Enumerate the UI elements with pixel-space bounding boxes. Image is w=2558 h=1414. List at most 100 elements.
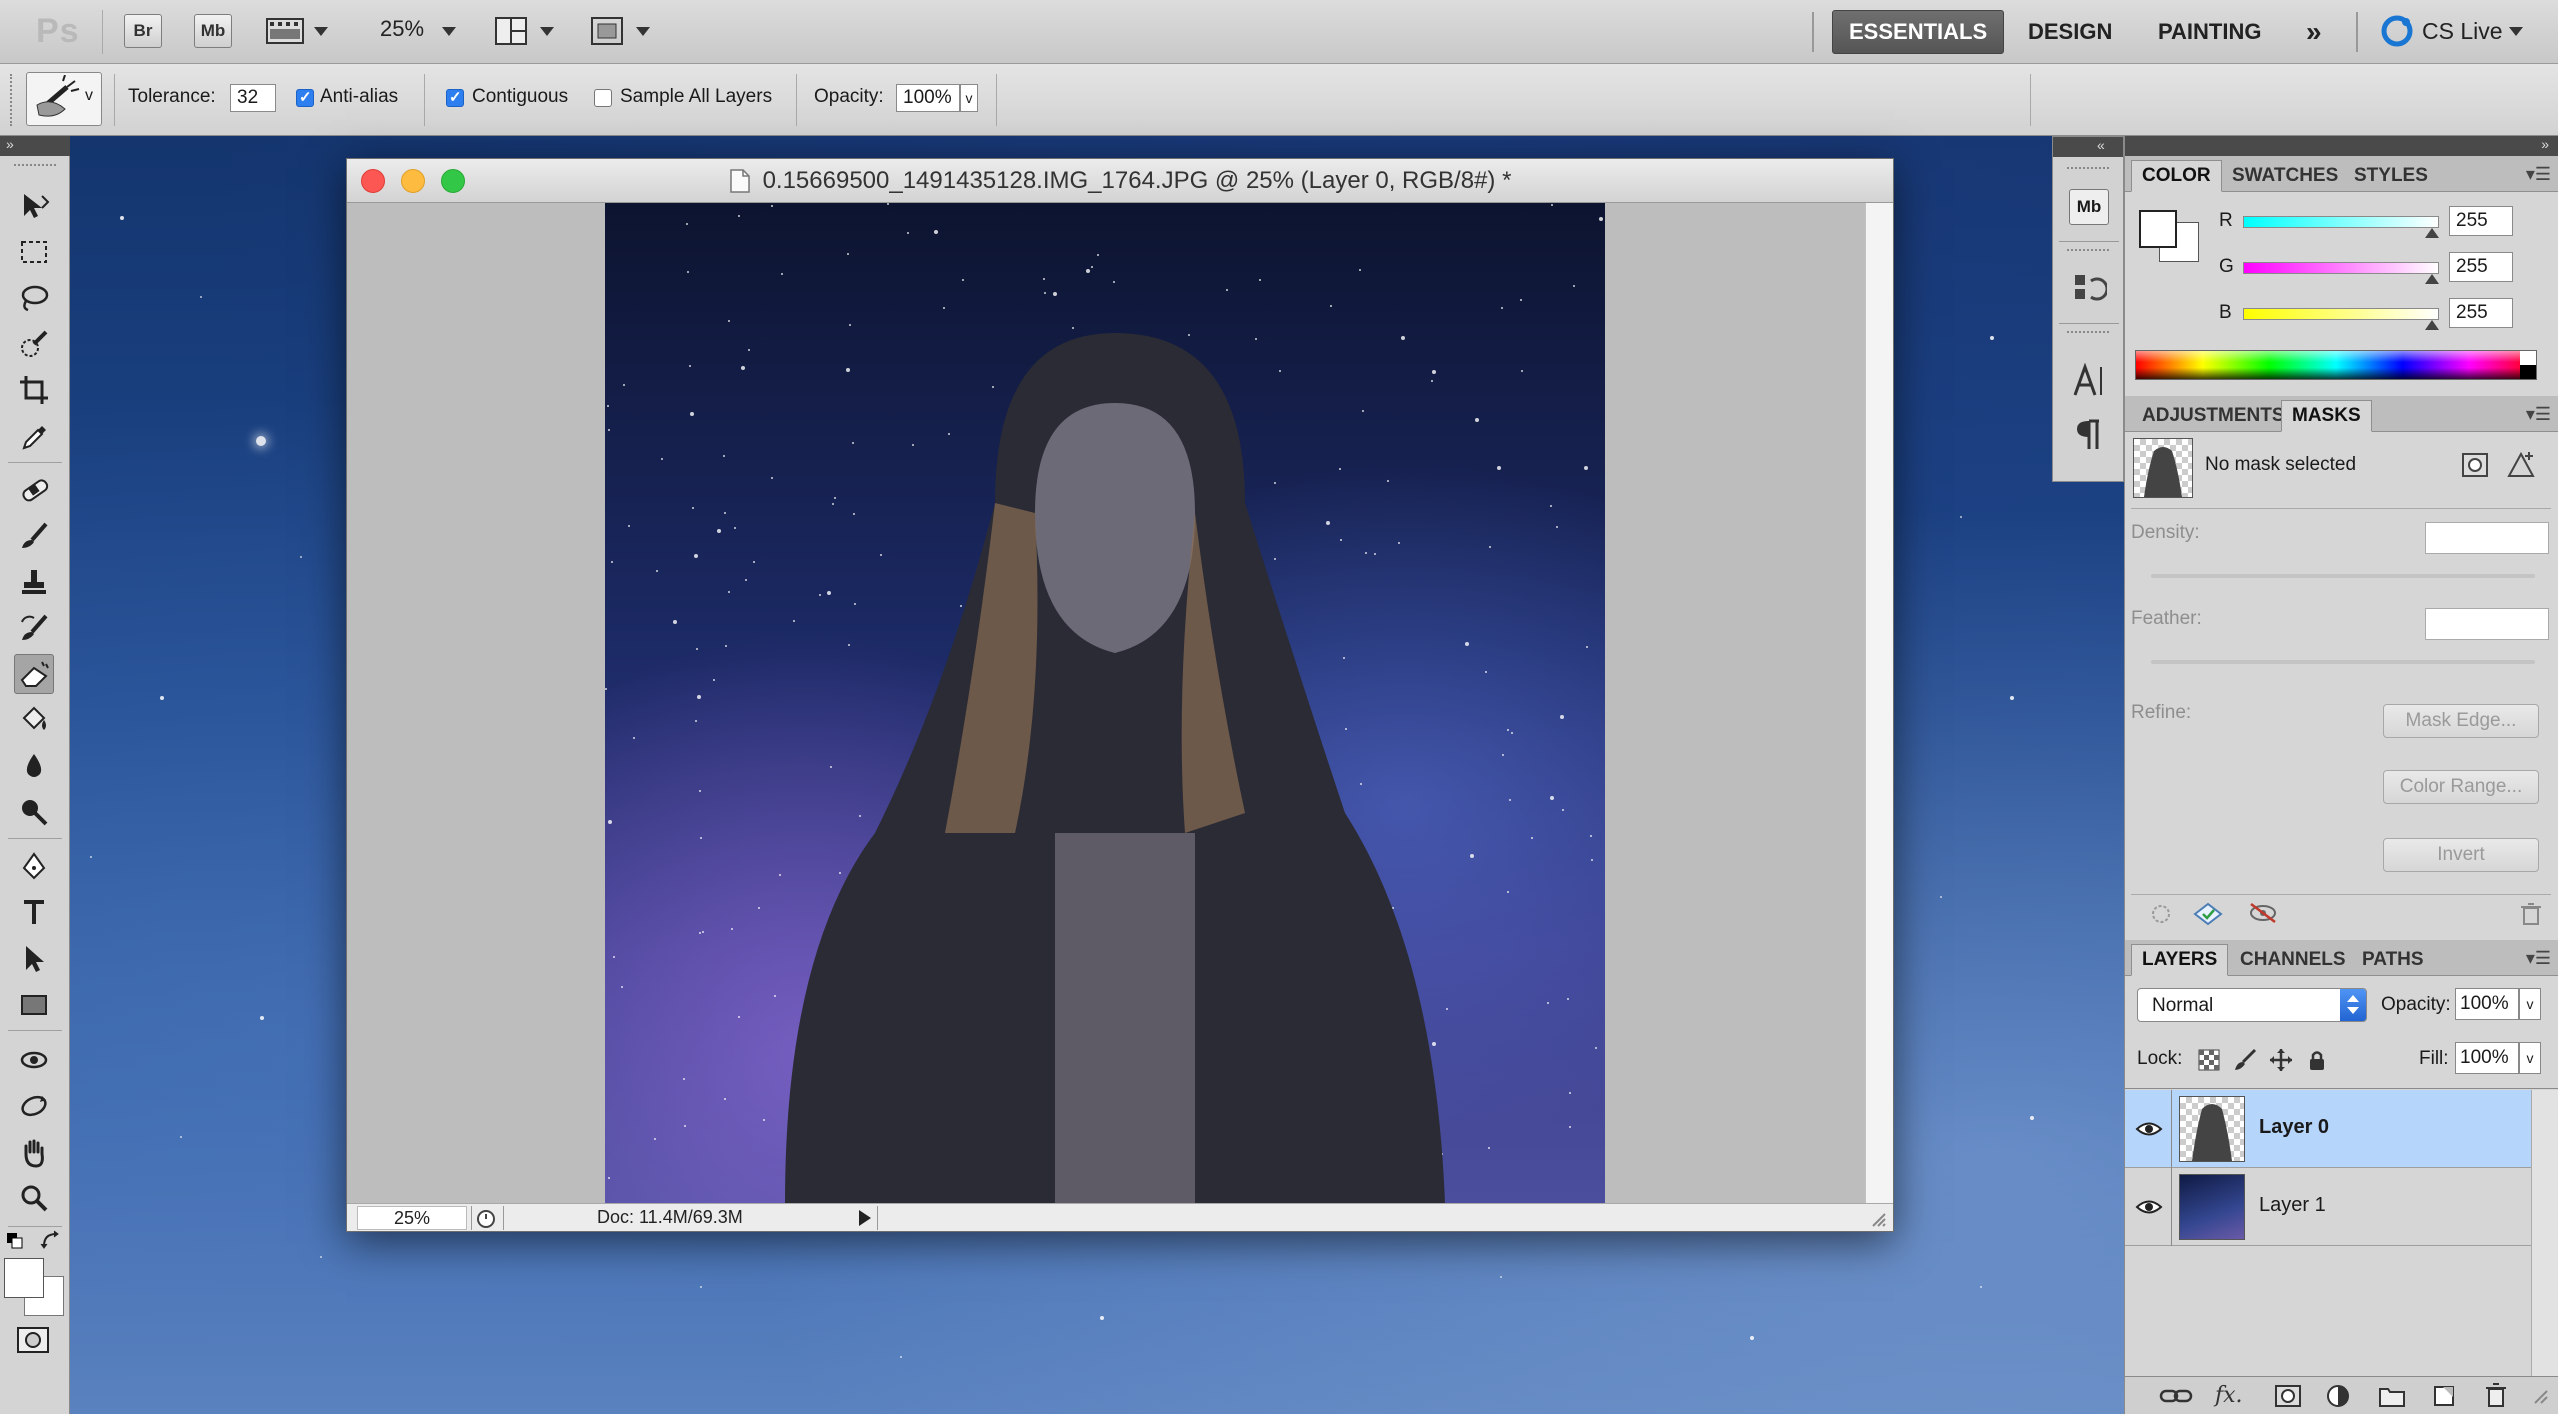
mask-edge-button[interactable]: Mask Edge...	[2383, 704, 2539, 738]
maximize-window-button[interactable]	[441, 169, 465, 193]
layer-row-layer-1[interactable]: Layer 1	[2125, 1168, 2531, 1246]
panel-grip[interactable]	[2067, 331, 2109, 335]
delete-mask-button[interactable]	[2517, 900, 2545, 928]
launch-bridge-button[interactable]: Br	[124, 14, 162, 48]
sample-all-layers-checkbox[interactable]	[594, 89, 612, 107]
lock-position-button[interactable]	[2269, 1048, 2293, 1072]
foreground-color-swatch[interactable]	[2139, 210, 2177, 248]
contiguous-checkbox[interactable]	[446, 88, 464, 107]
feather-input[interactable]	[2425, 608, 2549, 640]
opacity-input[interactable]: 100%	[896, 84, 960, 112]
mini-bridge-panel-button[interactable]: Mb	[2069, 189, 2109, 225]
tab-styles[interactable]: STYLES	[2343, 160, 2439, 192]
3d-orbit-tool[interactable]	[14, 1086, 54, 1126]
tab-layers[interactable]: LAYERS	[2131, 944, 2229, 976]
chevron-down-icon[interactable]: v	[2519, 988, 2541, 1020]
add-layer-mask-button[interactable]	[2273, 1383, 2303, 1409]
add-pixel-mask-button[interactable]	[2459, 450, 2491, 480]
green-value-input[interactable]: 255	[2449, 252, 2513, 282]
paragraph-panel-button[interactable]	[2071, 417, 2107, 453]
green-slider[interactable]	[2243, 262, 2439, 274]
layer-name[interactable]: Layer 0	[2259, 1116, 2329, 1139]
toggle-mask-visibility-button[interactable]	[2247, 900, 2279, 926]
color-spectrum-ramp[interactable]	[2135, 350, 2537, 380]
foreground-color-swatch[interactable]	[4, 1258, 44, 1298]
feather-slider[interactable]	[2151, 660, 2535, 664]
add-vector-mask-button[interactable]	[2505, 450, 2537, 480]
type-tool[interactable]	[14, 892, 54, 932]
layer-name[interactable]: Layer 1	[2259, 1194, 2326, 1217]
layer-style-fx-button[interactable]: fx.	[2215, 1383, 2251, 1409]
panel-menu-icon[interactable]: ▾☰	[2526, 948, 2551, 969]
layer-fill-input[interactable]: 100%	[2455, 1042, 2519, 1074]
spectrum-white-chip[interactable]	[2520, 351, 2536, 365]
density-input[interactable]	[2425, 522, 2549, 554]
zoom-level-dropdown[interactable]: 25%	[380, 16, 424, 42]
crop-tool[interactable]	[14, 370, 54, 410]
eye-icon[interactable]	[2135, 1116, 2163, 1142]
slider-thumb[interactable]	[2425, 274, 2439, 284]
panel-resize-grip[interactable]	[2527, 1383, 2549, 1409]
dock-collapse-bar[interactable]: »	[2125, 136, 2558, 156]
eyedropper-tool[interactable]	[14, 416, 54, 456]
image-canvas[interactable]	[605, 203, 1605, 1203]
eye-icon[interactable]	[2135, 1194, 2163, 1220]
hand-tool[interactable]	[14, 1132, 54, 1172]
layer-row-layer-0[interactable]: Layer 0	[2125, 1090, 2531, 1168]
chevron-down-icon[interactable]: v	[960, 84, 978, 112]
pen-tool[interactable]	[14, 846, 54, 886]
chevron-down-icon[interactable]	[314, 27, 328, 36]
clone-stamp-tool[interactable]	[14, 562, 54, 602]
dodge-tool[interactable]	[14, 792, 54, 832]
lock-all-button[interactable]	[2305, 1048, 2329, 1072]
tab-color[interactable]: COLOR	[2131, 160, 2222, 192]
color-range-button[interactable]: Color Range...	[2383, 770, 2539, 804]
new-group-button[interactable]	[2377, 1383, 2407, 1409]
lasso-tool[interactable]	[14, 278, 54, 318]
extras-menu-button[interactable]	[266, 16, 306, 46]
new-layer-button[interactable]	[2429, 1383, 2459, 1409]
shape-tool[interactable]	[14, 984, 54, 1024]
density-slider[interactable]	[2151, 574, 2535, 578]
healing-brush-tool[interactable]	[14, 470, 54, 510]
character-panel-button[interactable]	[2071, 363, 2107, 399]
history-brush-tool[interactable]	[14, 608, 54, 648]
paint-bucket-tool[interactable]	[14, 700, 54, 740]
history-panel-button[interactable]	[2071, 271, 2107, 307]
document-title-bar[interactable]: 0.15669500_1491435128.IMG_1764.JPG @ 25%…	[347, 159, 1893, 203]
path-selection-tool[interactable]	[14, 938, 54, 978]
delete-layer-button[interactable]	[2481, 1381, 2511, 1409]
panel-menu-icon[interactable]: ▾☰	[2526, 404, 2551, 425]
marquee-tool[interactable]	[14, 232, 54, 272]
more-workspaces-button[interactable]: »	[2290, 10, 2338, 54]
swap-colors-button[interactable]	[40, 1230, 62, 1250]
layer-opacity-input[interactable]: 100%	[2455, 988, 2519, 1020]
red-value-input[interactable]: 255	[2449, 206, 2513, 236]
blend-mode-select[interactable]: Normal	[2137, 988, 2367, 1022]
3d-rotate-tool[interactable]	[14, 1040, 54, 1080]
move-tool[interactable]	[14, 186, 54, 226]
bar-grip[interactable]	[10, 74, 14, 126]
tab-channels[interactable]: CHANNELS	[2229, 944, 2357, 976]
lock-transparent-pixels-button[interactable]	[2197, 1048, 2221, 1072]
default-colors-button[interactable]	[6, 1232, 24, 1250]
panel-menu-icon[interactable]: ▾☰	[2526, 164, 2551, 185]
zoom-tool[interactable]	[14, 1178, 54, 1218]
chevron-down-icon[interactable]	[540, 27, 554, 36]
load-selection-button[interactable]	[2149, 902, 2173, 926]
tab-paths[interactable]: PATHS	[2351, 944, 2435, 976]
canvas-area[interactable]	[347, 203, 1893, 1203]
tolerance-input[interactable]: 32	[230, 84, 276, 112]
cs-live-menu[interactable]: CS Live	[2380, 14, 2523, 48]
slider-thumb[interactable]	[2425, 320, 2439, 330]
layers-scrollbar[interactable]	[2531, 1090, 2558, 1376]
status-zoom-input[interactable]: 25%	[357, 1206, 467, 1230]
panel-grip[interactable]	[2067, 167, 2109, 171]
panel-grip[interactable]	[14, 164, 56, 168]
workspace-painting[interactable]: PAINTING	[2142, 10, 2277, 54]
chevron-down-icon[interactable]	[636, 27, 650, 36]
link-layers-button[interactable]	[2159, 1385, 2193, 1407]
status-info-button[interactable]	[473, 1206, 499, 1230]
vertical-scrollbar[interactable]	[1865, 203, 1893, 1203]
quick-selection-tool[interactable]	[14, 324, 54, 364]
